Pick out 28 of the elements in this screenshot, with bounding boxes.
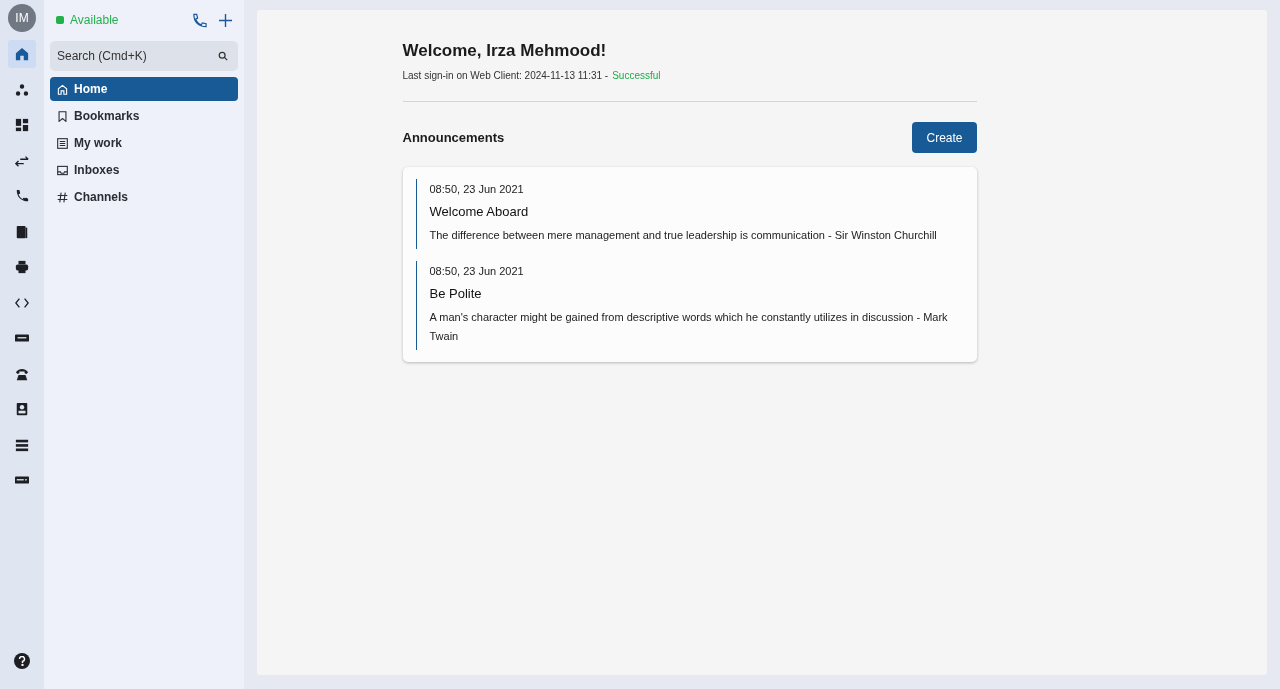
home-icon[interactable] (8, 40, 36, 68)
nav-item[interactable]: Home (50, 77, 238, 101)
help-icon[interactable] (14, 653, 30, 669)
list-icon (57, 137, 68, 149)
announcement-title: Be Polite (429, 286, 483, 301)
section-title: Announcements (402, 130, 505, 145)
last-sign-in-text: Last sign-in on Web Client: 2024-11-13 11:31 - (402, 70, 609, 81)
sign-in-result: Successful (612, 70, 661, 81)
announcement-time: 08:50, 23 Jun 2021 (429, 183, 525, 195)
search-field[interactable]: Search (Cmd+K) (50, 41, 238, 71)
add-icon[interactable] (219, 13, 232, 27)
welcome-title: Welcome, Irza Mehmood! (402, 41, 608, 61)
announcement-time: 08:50, 23 Jun 2021 (429, 265, 525, 277)
announcement-title: Welcome Aboard (429, 204, 530, 219)
bookmark-icon (57, 110, 68, 122)
phone-icon[interactable] (192, 12, 207, 28)
create-button[interactable]: Create (912, 122, 977, 153)
nav-item[interactable]: Bookmarks (50, 104, 238, 128)
search-icon (218, 51, 228, 61)
nav-item[interactable]: My work (50, 131, 238, 155)
announcement-body: The difference between mere management and true leadership is communication - Sir Winston Churchill (429, 228, 938, 243)
inbox-icon (57, 164, 68, 176)
announcement-body: A man's character might be gained from descriptive words which he constantly utilizes in discussion - Mark Twain (429, 310, 949, 344)
home-icon (57, 83, 68, 95)
user-avatar[interactable]: IM (8, 4, 36, 32)
nav-item[interactable]: Inboxes (50, 158, 238, 182)
hash-icon (57, 191, 68, 203)
nav-item[interactable]: Channels (50, 185, 238, 209)
